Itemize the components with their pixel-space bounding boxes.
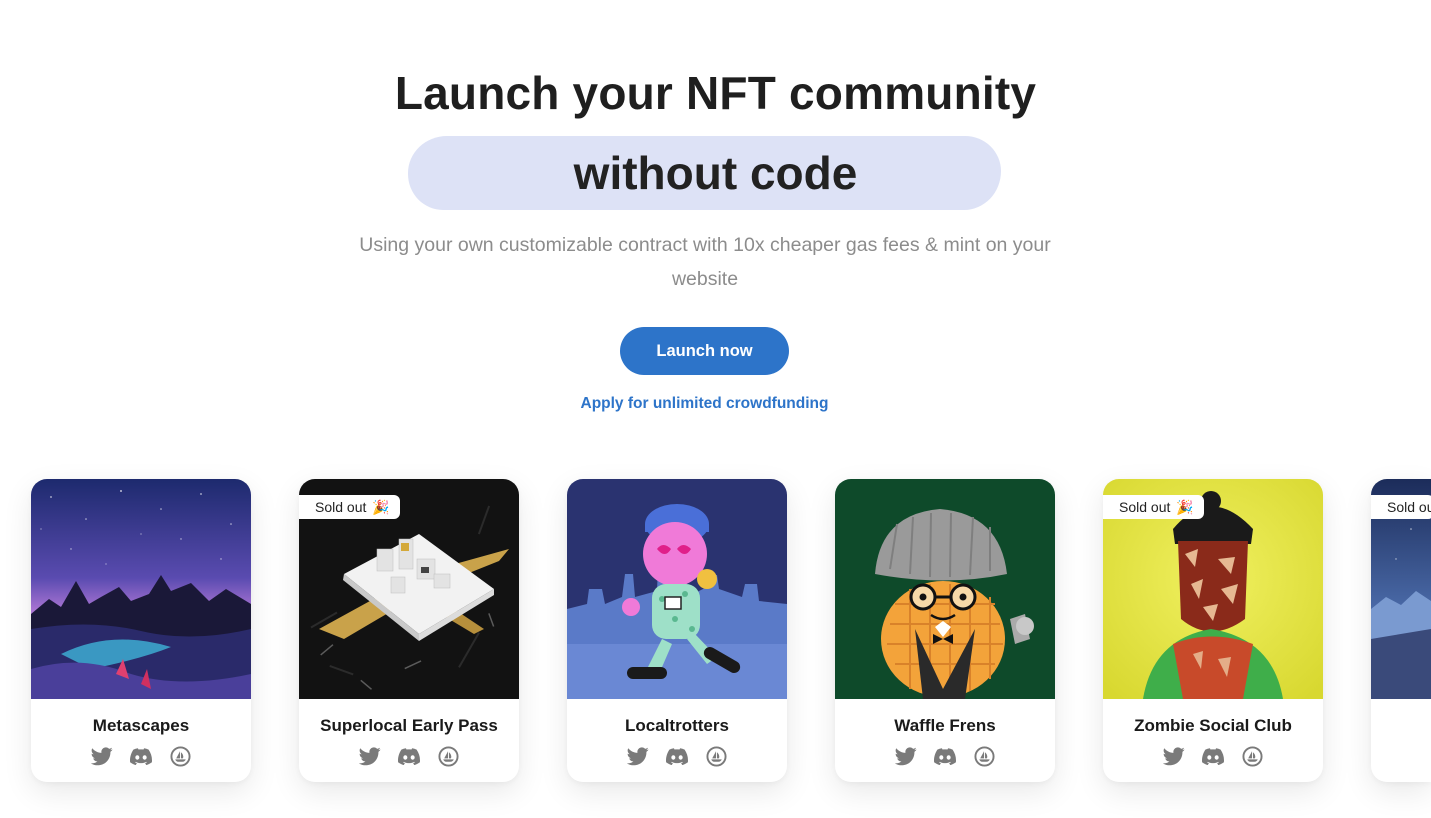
twitter-icon[interactable] [1163, 745, 1186, 768]
hero-subtitle: Using your own customizable contract wit… [359, 234, 1051, 290]
collection-card[interactable]: Metascapes [31, 479, 251, 782]
twitter-icon[interactable] [627, 745, 650, 768]
hero-title-highlighted: without code [573, 147, 858, 199]
sold-out-badge: Sold out 🎉 [299, 495, 400, 519]
social-links [835, 745, 1055, 768]
opensea-icon[interactable] [973, 745, 996, 768]
discord-icon[interactable] [130, 745, 153, 768]
collection-name: Metascapes [92, 716, 190, 735]
collection-card[interactable]: Sold out 🎉 Superlocal Early Pass [299, 479, 519, 782]
collection-name: Localtrotters [625, 716, 729, 735]
apply-crowdfunding-link[interactable]: Apply for unlimited crowdfunding [0, 395, 1409, 413]
sold-out-badge: Sold out 🎉 [1103, 495, 1204, 519]
opensea-icon[interactable] [1241, 745, 1264, 768]
opensea-icon[interactable] [705, 745, 728, 768]
collection-card[interactable]: Waffle Frens [835, 479, 1055, 782]
launch-now-button[interactable]: Launch now [620, 327, 789, 375]
discord-icon[interactable] [398, 745, 421, 768]
discord-icon[interactable] [1202, 745, 1225, 768]
discord-icon[interactable] [666, 745, 689, 768]
social-links [1103, 745, 1323, 768]
collection-image [835, 479, 1055, 699]
collections-carousel: Metascapes Sold out 🎉 Superlocal Early P… [0, 479, 1431, 818]
party-popper-icon: 🎉 [1176, 499, 1194, 515]
twitter-icon[interactable] [91, 745, 114, 768]
collection-image [567, 479, 787, 699]
collection-name: Waffle Frens [894, 716, 996, 735]
opensea-icon[interactable] [169, 745, 192, 768]
collection-name: Superlocal Early Pass [320, 716, 498, 735]
collection-image [31, 479, 251, 699]
collection-card[interactable]: Localtrotters [567, 479, 787, 782]
collection-card[interactable]: Sold ou [1371, 479, 1431, 782]
party-popper-icon: 🎉 [372, 499, 390, 515]
collection-name: Zombie Social Club [1134, 716, 1292, 735]
social-links [31, 745, 251, 768]
social-links [299, 745, 519, 768]
twitter-icon[interactable] [895, 745, 918, 768]
collection-image: Sold out 🎉 [1103, 479, 1323, 699]
social-links [567, 745, 787, 768]
discord-icon[interactable] [934, 745, 957, 768]
collection-card[interactable]: Sold out 🎉 Zombie Social Club [1103, 479, 1323, 782]
twitter-icon[interactable] [359, 745, 382, 768]
opensea-icon[interactable] [437, 745, 460, 768]
sold-out-badge: Sold ou [1371, 495, 1431, 519]
collection-image: Sold ou [1371, 479, 1431, 699]
hero-title: Launch your NFT community [394, 67, 1037, 119]
collection-image: Sold out 🎉 [299, 479, 519, 699]
